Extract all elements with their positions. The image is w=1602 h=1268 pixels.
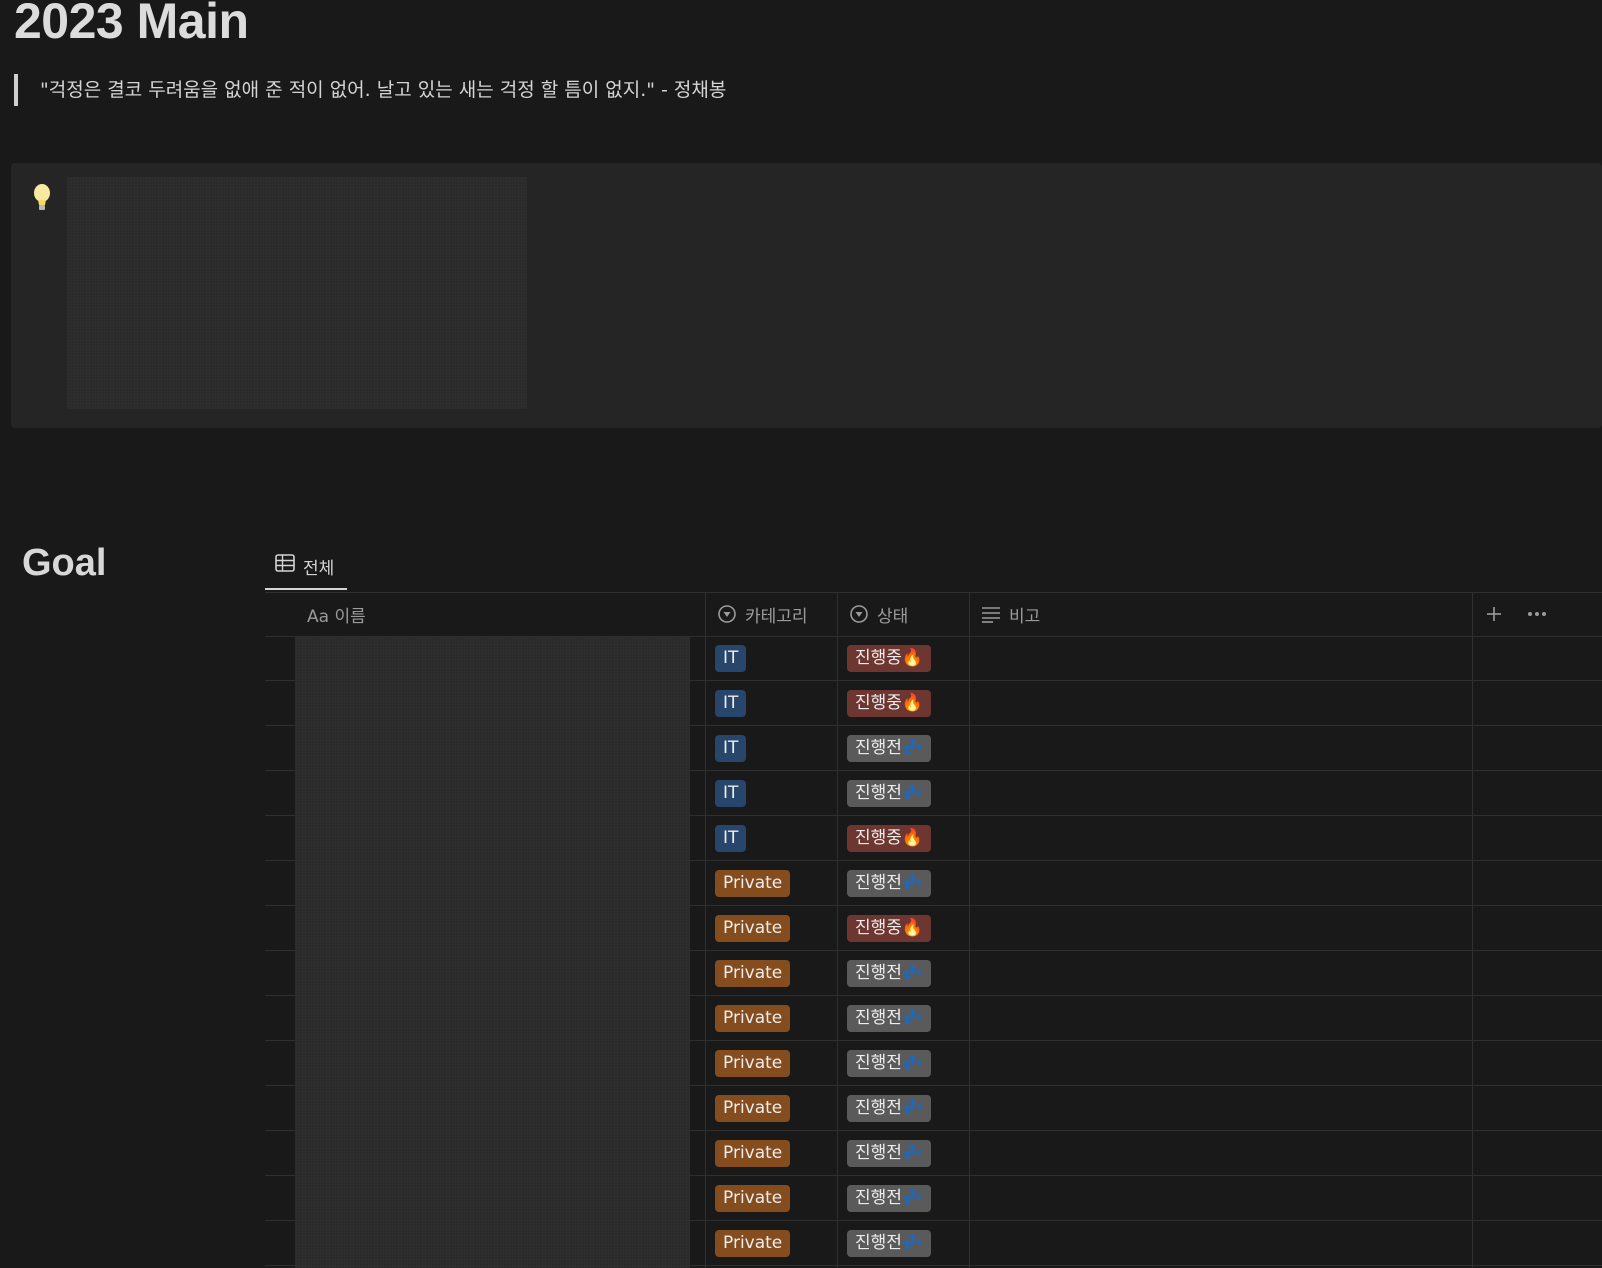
more-options-button[interactable] <box>1517 592 1562 636</box>
category-tag[interactable]: IT <box>715 780 747 807</box>
column-divider <box>1472 592 1473 1268</box>
plus-icon <box>1487 607 1501 621</box>
category-tag[interactable]: Private <box>715 1230 791 1257</box>
tab-all-label: 전체 <box>303 559 335 579</box>
column-status-label: 상태 <box>877 606 909 627</box>
callout-image <box>67 177 527 409</box>
column-note-label: 비고 <box>1009 606 1041 627</box>
status-tag[interactable]: 진행전💤 <box>847 1230 932 1257</box>
status-tag[interactable]: 진행전💤 <box>847 1095 932 1122</box>
callout-block[interactable] <box>11 163 1602 428</box>
table-icon <box>275 554 295 572</box>
status-tag[interactable]: 진행중🔥 <box>847 645 932 672</box>
database-view-tabs: 전체 <box>265 548 1602 593</box>
status-tag[interactable]: 진행전💤 <box>847 780 932 807</box>
status-tag[interactable]: 진행전💤 <box>847 870 932 897</box>
status-tag[interactable]: 진행중🔥 <box>847 690 932 717</box>
category-tag[interactable]: Private <box>715 1140 791 1167</box>
column-divider <box>969 592 970 1268</box>
column-divider <box>705 592 706 1268</box>
goal-heading[interactable]: Goal <box>22 542 106 585</box>
column-header-name[interactable]: Aa 이름 <box>295 592 705 636</box>
page-title[interactable]: 2023 Main <box>14 0 249 50</box>
status-tag[interactable]: 진행전💤 <box>847 1005 932 1032</box>
category-tag[interactable]: IT <box>715 825 747 852</box>
column-header-note[interactable]: 비고 <box>969 592 1472 636</box>
tab-all[interactable]: 전체 <box>265 548 347 590</box>
select-property-icon <box>718 605 736 623</box>
category-tag[interactable]: IT <box>715 645 747 672</box>
category-tag[interactable]: Private <box>715 870 791 897</box>
category-tag[interactable]: Private <box>715 915 791 942</box>
category-tag[interactable]: IT <box>715 735 747 762</box>
quote-block[interactable]: "걱정은 결코 두려움을 없애 준 적이 없어. 날고 있는 새는 걱정 할 틈… <box>14 74 726 106</box>
category-tag[interactable]: IT <box>715 690 747 717</box>
status-tag[interactable]: 진행중🔥 <box>847 915 932 942</box>
lightbulb-icon <box>34 184 50 210</box>
name-column-image <box>295 637 690 1268</box>
add-property-button[interactable] <box>1472 592 1517 636</box>
text-property-icon <box>982 607 1000 623</box>
status-tag[interactable]: 진행전💤 <box>847 1185 932 1212</box>
status-tag[interactable]: 진행전💤 <box>847 735 932 762</box>
category-tag[interactable]: Private <box>715 1095 791 1122</box>
table-header: Aa 이름 카테고리 상태 비고 <box>265 592 1602 637</box>
column-name-label: Aa 이름 <box>307 606 366 627</box>
category-tag[interactable]: Private <box>715 960 791 987</box>
column-header-status[interactable]: 상태 <box>837 592 969 636</box>
status-tag[interactable]: 진행전💤 <box>847 1140 932 1167</box>
column-category-label: 카테고리 <box>745 606 808 627</box>
column-header-category[interactable]: 카테고리 <box>705 592 837 636</box>
category-tag[interactable]: Private <box>715 1185 791 1212</box>
status-tag[interactable]: 진행전💤 <box>847 960 932 987</box>
status-tag[interactable]: 진행전💤 <box>847 1050 932 1077</box>
status-tag[interactable]: 진행중🔥 <box>847 825 932 852</box>
select-property-icon <box>850 605 868 623</box>
column-divider <box>837 592 838 1268</box>
more-icon <box>1528 612 1546 616</box>
category-tag[interactable]: Private <box>715 1050 791 1077</box>
category-tag[interactable]: Private <box>715 1005 791 1032</box>
